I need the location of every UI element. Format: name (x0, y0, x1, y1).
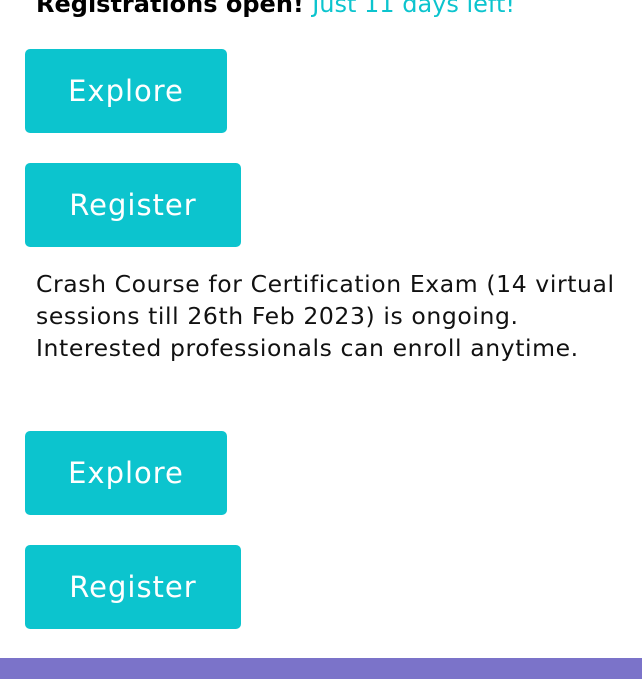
days-left-text: Just 11 days left! (312, 0, 515, 18)
headline-prefix: Registrations open! (36, 0, 304, 18)
footer-bar (0, 658, 642, 679)
page: Registrations open! Just 11 days left! E… (0, 0, 642, 679)
crash-course-register-button[interactable]: Register (25, 545, 241, 629)
registration-headline: Registrations open! Just 11 days left! (36, 0, 515, 18)
crash-course-description: Crash Course for Certification Exam (14 … (36, 270, 615, 362)
explore-button[interactable]: Explore (25, 49, 227, 133)
crash-course-explore-button[interactable]: Explore (25, 431, 227, 515)
register-button[interactable]: Register (25, 163, 241, 247)
